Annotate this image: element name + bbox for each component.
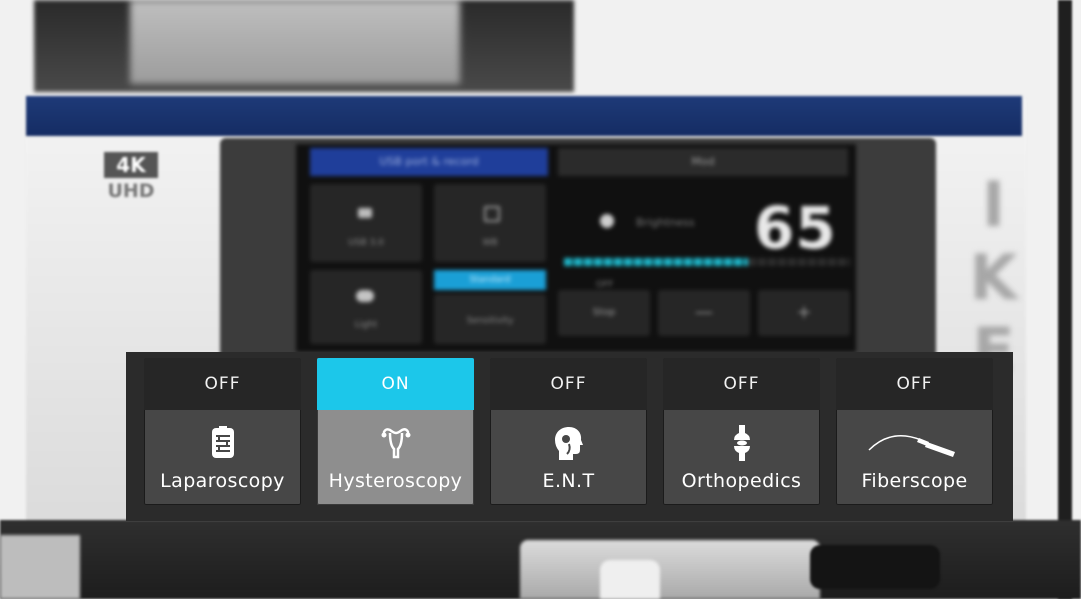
logo-4k: 4K [104, 152, 158, 178]
screen-tile-label: USB 3.0 [348, 238, 384, 248]
mode-label: Hysteroscopy [328, 470, 463, 492]
mode-status: OFF [836, 358, 993, 410]
screen-plus-button: + [758, 290, 850, 336]
top-slot-inner [130, 0, 460, 84]
screen-tile-light: Light [310, 270, 422, 344]
mode-card-ent[interactable]: OFF E.N.T [490, 358, 647, 505]
screen-tile-usb: USB 3.0 [310, 184, 422, 262]
top-slot [34, 0, 574, 92]
light-icon [356, 290, 374, 302]
screen-highlight-tag: Standard [434, 270, 546, 290]
screen-stop-button: Stop [558, 290, 650, 336]
uterus-icon [317, 424, 474, 462]
mode-label: Orthopedics [681, 470, 802, 492]
mode-status: OFF [663, 358, 820, 410]
screen-setting-value: 65 [754, 194, 837, 262]
usb-icon [358, 208, 372, 218]
mode-card-hysteroscopy[interactable]: ON Hysteroscopy [317, 358, 474, 505]
device-bottom-knob [600, 560, 660, 599]
knee-joint-icon [663, 424, 820, 462]
fiberscope-icon [836, 424, 993, 462]
device-screen: USB port & record Mod USB 3.0 WB Light S… [296, 144, 856, 352]
mode-status: OFF [490, 358, 647, 410]
screen-tile-label: Light [354, 320, 378, 330]
mode-label: E.N.T [542, 470, 595, 492]
mode-card-orthopedics[interactable]: OFF Orthopedics [663, 358, 820, 505]
wb-icon [484, 206, 500, 222]
screen-setting-state: OFF [596, 280, 614, 290]
screen-tile-sensitivity: Sensitivity [434, 294, 546, 344]
logo-uhd: UHD [107, 180, 155, 202]
intestine-icon [144, 424, 301, 462]
mode-card-fiberscope[interactable]: OFF Fiberscope [836, 358, 993, 505]
device-bottom-slot [810, 545, 940, 589]
mode-card-laparoscopy[interactable]: OFF Laparoscopy [144, 358, 301, 505]
head-profile-icon [490, 424, 647, 462]
mode-selector-panel: OFF Laparoscopy ON Hysteroscopy OFF E.N.… [126, 352, 1013, 521]
device-blue-band [26, 96, 1022, 136]
right-post [1058, 0, 1072, 599]
screen-tile-label: WB [482, 238, 498, 248]
screen-minus-button: — [658, 290, 750, 336]
mode-label: Fiberscope [861, 470, 968, 492]
mode-label: Laparoscopy [160, 470, 285, 492]
screen-level-bar-rest [748, 258, 850, 266]
screen-tile-label: Sensitivity [466, 316, 514, 326]
sun-icon [600, 214, 614, 228]
screen-tile-wb: WB [434, 184, 546, 262]
mode-status: ON [317, 358, 474, 410]
screen-setting-label: Brightness [636, 216, 695, 229]
device-bottom-light [520, 540, 820, 599]
screen-tab-mod: Mod [558, 148, 848, 176]
mode-status: OFF [144, 358, 301, 410]
device-bottom-wedge [0, 535, 80, 599]
screen-tab-usb: USB port & record [310, 148, 548, 176]
